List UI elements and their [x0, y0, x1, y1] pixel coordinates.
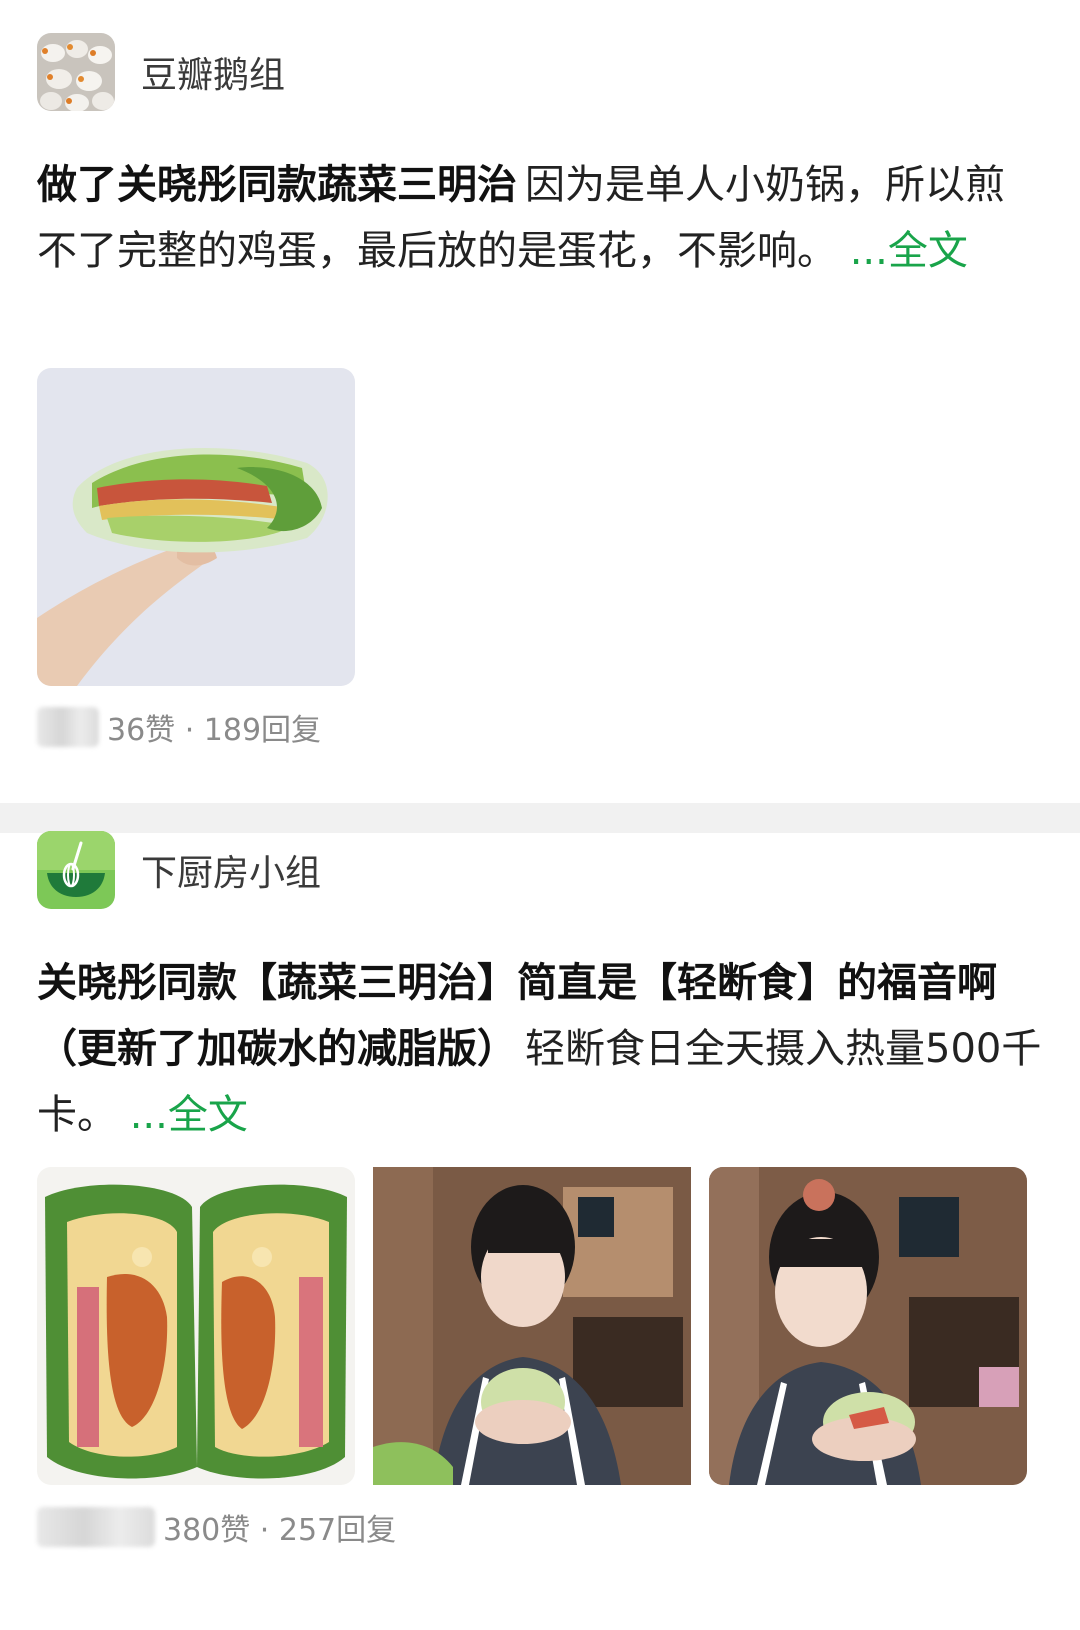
- whisk-bowl-icon[interactable]: [37, 831, 115, 909]
- post-content[interactable]: 关晓彤同款【蔬菜三明治】简直是【轻断食】的福音啊（更新了加碳水的减脂版） 轻断食日…: [37, 950, 1042, 1148]
- post-separator: [0, 803, 1080, 833]
- post-stats: 36赞 · 189回复: [37, 705, 321, 749]
- read-full-link[interactable]: ...全文: [130, 1092, 248, 1138]
- group-header[interactable]: 豆瓣鹅组: [37, 33, 285, 111]
- blurred-author-name: [37, 707, 99, 747]
- post-content[interactable]: 做了关晓彤同款蔬菜三明治 因为是单人小奶锅，所以煎不了完整的鸡蛋，最后放的是蛋花，…: [37, 152, 1042, 284]
- post-image-woman-eating[interactable]: [373, 1167, 691, 1485]
- read-full-link[interactable]: ...全文: [850, 228, 968, 274]
- feed-post[interactable]: 豆瓣鹅组 做了关晓彤同款蔬菜三明治 因为是单人小奶锅，所以煎不了完整的鸡蛋，最后放…: [0, 0, 1080, 803]
- blurred-author-name: [37, 1507, 155, 1547]
- group-header[interactable]: 下厨房小组: [37, 831, 321, 909]
- likes-replies-count: 380赞 · 257回复: [163, 1513, 397, 1548]
- geese-photo-avatar-icon[interactable]: [37, 33, 115, 111]
- post-stats: 380赞 · 257回复: [37, 1505, 396, 1549]
- post-image-sandwich-in-hand[interactable]: [37, 368, 355, 686]
- post-image-sandwich-cross-section[interactable]: [37, 1167, 355, 1485]
- group-name[interactable]: 下厨房小组: [141, 844, 321, 896]
- post-images: [37, 368, 373, 686]
- feed-post[interactable]: 下厨房小组 关晓彤同款【蔬菜三明治】简直是【轻断食】的福音啊（更新了加碳水的减脂…: [0, 831, 1080, 1630]
- post-title: 做了关晓彤同款蔬菜三明治: [37, 162, 517, 208]
- likes-replies-count: 36赞 · 189回复: [107, 713, 322, 748]
- post-images: [37, 1167, 1045, 1485]
- post-image-woman-eating-closeup[interactable]: [709, 1167, 1027, 1485]
- group-name[interactable]: 豆瓣鹅组: [141, 46, 285, 98]
